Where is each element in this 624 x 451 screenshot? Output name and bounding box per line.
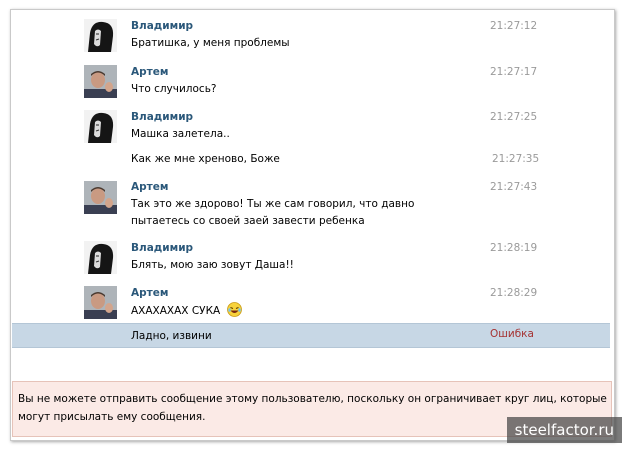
message-time: 21:28:19 [490,242,538,254]
message-author[interactable]: Владимир [131,111,193,123]
message-author[interactable]: Артем [131,181,168,193]
message-text: Как же мне хреново, Боже [131,153,280,165]
vladimir-avatar[interactable] [84,110,117,143]
dialog-window: Владимир Братишка, у меня проблемы 21:27… [10,9,615,441]
message-text: АХАХАХАХ СУКА [131,305,221,317]
vladimir-avatar[interactable] [84,19,117,52]
watermark-badge: steelfactor.ru [506,417,622,443]
error-status-link[interactable]: Ошибка [490,328,534,340]
message-text: Братишка, у меня проблемы [131,37,290,49]
message-time: 21:27:12 [490,20,538,32]
message-text: Блять, мою заю зовут Даша!! [131,259,294,271]
message-text: Так это же здорово! Ты же сам говорил, ч… [131,198,415,227]
laughing-emoji-icon [226,302,242,317]
artem-avatar[interactable] [84,65,117,98]
artem-avatar[interactable] [84,286,117,319]
failed-message-row[interactable]: Ладно, извини Ошибка [12,323,610,348]
artem-avatar[interactable] [84,181,117,214]
message-time: 21:27:25 [490,111,538,123]
message-time: 21:27:43 [490,181,538,193]
failed-message-text: Ладно, извини [131,330,212,342]
message-text-line: АХАХАХАХ СУКА [131,302,471,320]
message-author[interactable]: Артем [131,66,168,78]
message-time: 21:28:29 [490,287,538,299]
message-author[interactable]: Владимир [131,242,193,254]
message-time: 21:27:35 [492,153,540,165]
message-text: Что случилось? [131,83,217,95]
message-author[interactable]: Артем [131,287,168,299]
message-time: 21:27:17 [490,66,538,78]
vladimir-avatar[interactable] [84,241,117,274]
message-author[interactable]: Владимир [131,20,193,32]
message-text: Машка залетела.. [131,128,230,140]
